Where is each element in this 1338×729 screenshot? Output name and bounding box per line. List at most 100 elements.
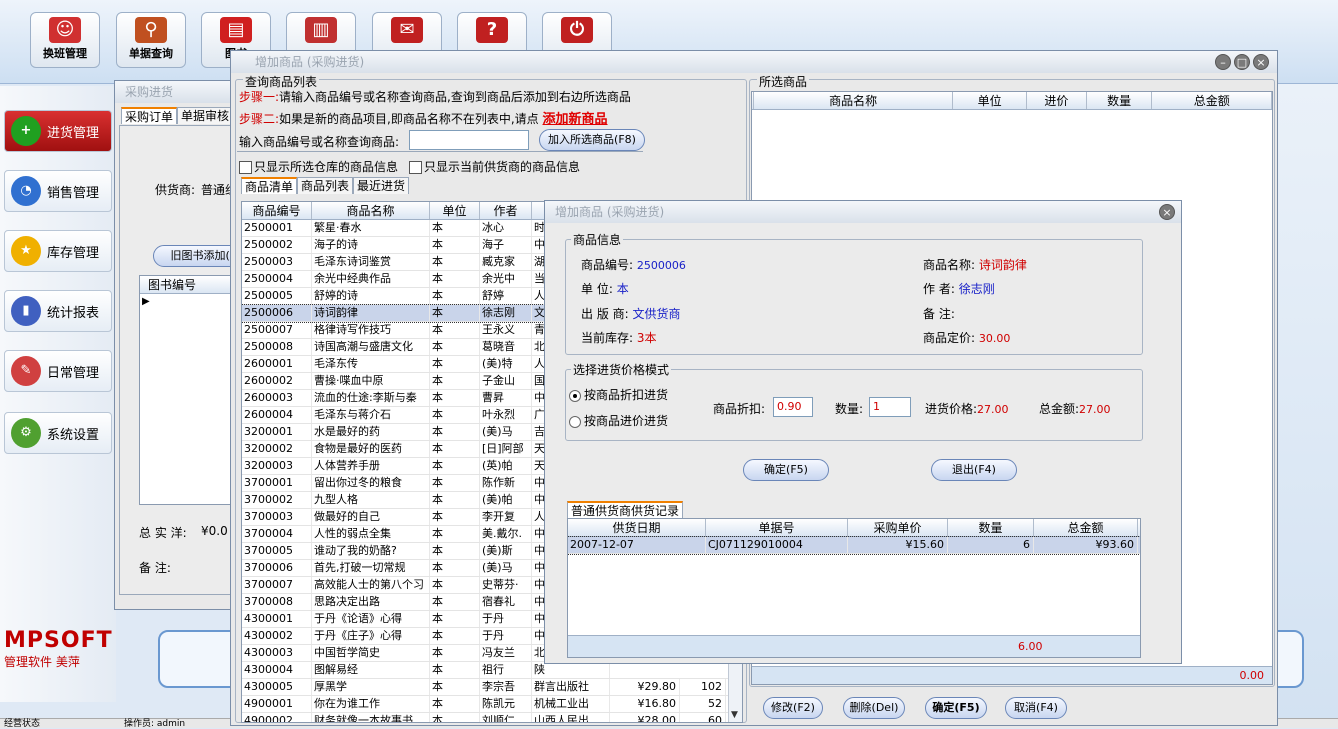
code-value: 2500006 <box>636 259 686 272</box>
warehouse-filter-checkbox[interactable] <box>239 161 252 174</box>
goods-cell: 图解易经 <box>312 662 430 678</box>
selected-col-0: 商品名称 <box>754 92 954 109</box>
goods-row[interactable]: 4900002 财务就像一本故事书本刘顺仁 山西人民出 ¥28.00 60 <box>242 713 742 722</box>
modify-button[interactable]: 修改(F2) <box>763 697 823 719</box>
goods-cell: 3200001 <box>242 424 312 440</box>
minimize-icon[interactable]: – <box>1215 54 1231 70</box>
goods-cell: 4300002 <box>242 628 312 644</box>
sidebar-item-5[interactable]: ⚙ 系统设置 <box>4 412 112 454</box>
history-row[interactable]: 2007-12-07 CJ071129010004 ¥15.60 6 ¥93.60 <box>568 536 1140 555</box>
unit-value: 本 <box>616 282 629 296</box>
goods-cell: 本 <box>430 441 480 457</box>
goods-cell: 诗词韵律 <box>312 305 430 321</box>
supply-history-tab[interactable]: 普通供货商供货记录 <box>567 501 684 518</box>
goods-cell: 3700001 <box>242 475 312 491</box>
goods-cell: (美)马 <box>480 424 532 440</box>
goods-cell: 做最好的自己 <box>312 509 430 525</box>
goods-cell: 毛泽东与蒋介石 <box>312 407 430 423</box>
goods-row[interactable]: 4300004 图解易经本祖行陕 <box>242 662 742 679</box>
goods-cell: 海子 <box>480 237 532 253</box>
goods-row[interactable]: 4300005 厚黑学本李宗吾 群言出版社 ¥29.80 102 <box>242 679 742 696</box>
sidebar-label-0: 进货管理 <box>47 125 100 141</box>
sidebar-label-5: 系统设置 <box>47 427 100 443</box>
goods-cell: 本 <box>430 356 480 372</box>
selected-group-title: 所选商品 <box>757 73 810 90</box>
goods-cell: 诗国高潮与盛唐文化 <box>312 339 430 355</box>
goods-cell: 2600003 <box>242 390 312 406</box>
goods-tab-0[interactable]: 商品清单 <box>241 177 298 194</box>
goods-cell: 于丹 <box>480 628 532 644</box>
goods-cell: 本 <box>430 288 480 304</box>
history-grid[interactable]: 供货日期 单据号 采购单价 数量 总金额 2007-12-07 CJ07112901000… <box>567 518 1141 658</box>
total-label: 总 实 洋: <box>139 526 187 540</box>
supplier-filter-checkbox[interactable] <box>409 161 422 174</box>
goods-cell: 4300001 <box>242 611 312 627</box>
detail-confirm-button[interactable]: 确定(F5) <box>743 459 829 481</box>
unit-label: 单 位: <box>581 282 613 296</box>
history-total-value: 6.00 <box>1018 640 1043 653</box>
discount-input[interactable]: 0.90 <box>773 397 813 417</box>
sidebar-item-0[interactable]: + 进货管理 <box>4 110 112 152</box>
search-input[interactable] <box>409 130 529 150</box>
cost-mode-radio[interactable] <box>569 415 581 428</box>
discount-mode-label: 按商品折扣进货 <box>584 388 669 402</box>
goods-cell: 毛泽东传 <box>312 356 430 372</box>
sidebar-item-2[interactable]: ★ 库存管理 <box>4 230 112 272</box>
mail-icon: ✉ <box>391 17 423 43</box>
goods-cell: (英)帕 <box>480 458 532 474</box>
goods-cell: 52 <box>680 696 726 712</box>
goods-cell: 海子的诗 <box>312 237 430 253</box>
add-new-goods-link[interactable]: 添加新商品 <box>543 112 608 127</box>
mode-group-title: 选择进货价格模式 <box>571 361 672 378</box>
plus-icon: + <box>11 116 41 146</box>
toolbar-button-0[interactable]: ☺ 换班管理 <box>30 12 100 68</box>
supplier-label: 供货商: <box>155 183 196 197</box>
goods-tab-1[interactable]: 商品列表 <box>297 177 354 194</box>
tab-review[interactable]: 单据审核 <box>177 107 234 124</box>
detail-exit-button[interactable]: 退出(F4) <box>931 459 1017 481</box>
goods-tab-2[interactable]: 最近进货 <box>353 177 410 194</box>
brand-subtitle: 管理软件 美萍 <box>4 655 80 669</box>
goods-cell: 思路决定出路 <box>312 594 430 610</box>
supplier-filter-label: 只显示当前供货商的商品信息 <box>424 160 581 174</box>
goods-cell: 2500003 <box>242 254 312 270</box>
goods-cell: [日]阿部 <box>480 441 532 457</box>
goods-cell: ¥16.80 <box>610 696 680 712</box>
goods-cell: 子金山 <box>480 373 532 389</box>
goods-cell: 本 <box>430 254 480 270</box>
detail-close-icon[interactable]: × <box>1159 204 1175 220</box>
toolbar-button-1[interactable]: ⚲ 单据查询 <box>116 12 186 68</box>
search-label: 输入商品编号或名称查询商品: <box>239 135 400 149</box>
confirm-button[interactable]: 确定(F5) <box>925 697 987 719</box>
goods-cell: 3700003 <box>242 509 312 525</box>
goods-cell: 刘顺仁 <box>480 713 532 722</box>
selected-col-2: 进价 <box>1027 92 1087 109</box>
add-selected-button[interactable]: 加入所选商品(F8) <box>539 129 645 151</box>
scroll-down-icon[interactable]: ▼ <box>731 710 738 720</box>
goods-cell: 于丹 <box>480 611 532 627</box>
sidebar-item-3[interactable]: ▮ 统计报表 <box>4 290 112 332</box>
quantity-input[interactable]: 1 <box>869 397 911 417</box>
sidebar-item-1[interactable]: ◔ 销售管理 <box>4 170 112 212</box>
goods-cell: 冰心 <box>480 220 532 236</box>
goods-cell: 群言出版社 <box>532 679 610 695</box>
goods-col-0: 商品编号 <box>242 202 312 219</box>
close-icon[interactable]: × <box>1253 54 1269 70</box>
goods-cell: 2600001 <box>242 356 312 372</box>
goods-cell: 2500006 <box>242 305 312 321</box>
goods-cell: 本 <box>430 543 480 559</box>
goods-cell: 王永义 <box>480 322 532 338</box>
tab-purchase-order[interactable]: 采购订单 <box>121 107 178 124</box>
goods-row[interactable]: 4900001 你在为谁工作本陈凯元 机械工业出 ¥16.80 52 <box>242 696 742 713</box>
cancel-button[interactable]: 取消(F4) <box>1005 697 1067 719</box>
goods-cell: 李宗吾 <box>480 679 532 695</box>
history-cell: 2007-12-07 <box>568 537 706 553</box>
sidebar-item-4[interactable]: ✎ 日常管理 <box>4 350 112 392</box>
goods-cell: 余光中经典作品 <box>312 271 430 287</box>
tools-icon: ✎ <box>11 356 41 386</box>
maximize-icon[interactable]: □ <box>1234 54 1250 70</box>
discount-mode-radio[interactable] <box>569 389 581 402</box>
sidebar-label-2: 库存管理 <box>47 245 100 261</box>
delete-button[interactable]: 删除(Del) <box>843 697 905 719</box>
power-icon: ⏻ <box>561 17 593 43</box>
